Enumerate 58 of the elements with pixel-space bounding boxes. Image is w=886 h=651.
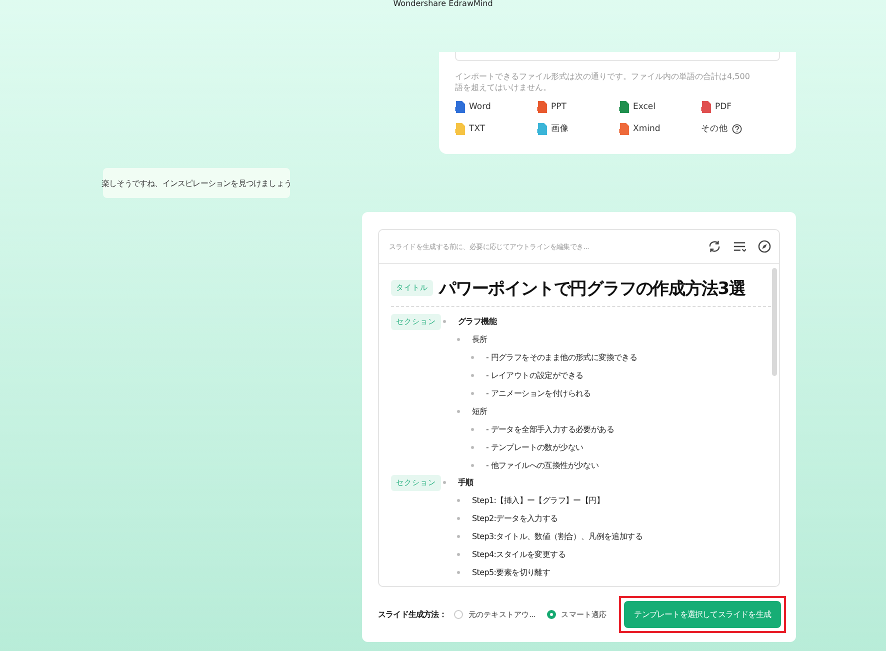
- format-label: PDF: [715, 102, 732, 112]
- bullet-icon: [471, 392, 474, 395]
- scrollbar[interactable]: [772, 268, 777, 376]
- format-label: Excel: [633, 102, 656, 112]
- format-label: TXT: [469, 124, 486, 134]
- format-label: その他: [701, 123, 728, 135]
- format-label: 画像: [551, 123, 569, 135]
- outline-item: - テンプレートの数が少ない: [486, 442, 584, 453]
- bullet-icon: [471, 464, 474, 467]
- format-label: PPT: [551, 102, 566, 112]
- bullet-icon: [457, 535, 460, 538]
- refresh-icon[interactable]: [708, 240, 721, 253]
- outline-item: 短所: [472, 406, 488, 417]
- outline-item: 長所: [472, 334, 488, 346]
- outline-item: - レイアウトの設定ができる: [486, 370, 584, 382]
- slide-title: パワーポイントで円グラフの作成方法3選: [439, 278, 746, 300]
- bullet-icon: [457, 338, 460, 342]
- generate-button[interactable]: テンプレートを選択してスライドを生成: [624, 601, 781, 628]
- outline-item: - アニメーションを付けられる: [486, 388, 591, 399]
- outline-item: Step5:要素を切り離す: [472, 566, 550, 578]
- bullet-icon: [457, 410, 460, 413]
- app-title: Wondershare EdrawMind: [393, 0, 493, 10]
- bullet-icon: [457, 553, 460, 556]
- outline-item: - 他ファイルへの互換性が少ない: [486, 460, 599, 471]
- outline-item: - データを全部手入力する必要がある: [486, 424, 614, 435]
- outline-item: グラフ機能: [458, 316, 497, 328]
- outline-item: Step1:【挿入】ー【グラフ】ー【円】: [472, 495, 604, 506]
- file-icon: [537, 123, 547, 135]
- format-label: Xmind: [633, 124, 660, 134]
- radio-button[interactable]: [454, 610, 464, 619]
- bullet-icon: [443, 481, 446, 484]
- file-icon: [537, 101, 547, 113]
- import-note: インポートできるファイル形式は次の通りです。ファイル内の単語の合計は4,500語を超えてはいけません。: [455, 71, 751, 93]
- bullet-icon: [457, 570, 460, 574]
- bullet-icon: [457, 499, 460, 502]
- outline-item: Step3:タイトル、数値（割合）、凡例を追加する: [472, 531, 643, 542]
- outline-item: 手順: [458, 477, 474, 488]
- outline-item: Step2:データを入力する: [472, 513, 558, 524]
- bullet-icon: [471, 446, 474, 449]
- list-icon[interactable]: [733, 240, 746, 253]
- bullet-icon: [471, 428, 474, 431]
- format-label: Word: [469, 102, 491, 112]
- bullet-icon: [457, 517, 460, 520]
- bullet-icon: [471, 374, 474, 378]
- chat-message: 楽しそうですね、インスピレーションを見つけましょう: [103, 168, 290, 198]
- outline-item: Step4:スタイルを変更する: [472, 549, 566, 560]
- file-icon: [619, 123, 629, 135]
- compass-icon[interactable]: [758, 240, 771, 253]
- help-icon[interactable]: [732, 124, 742, 134]
- file-icon: [619, 101, 629, 113]
- outline-item: - 円グラフをそのまま他の形式に変換できる: [486, 352, 638, 364]
- radio-button[interactable]: [547, 610, 556, 619]
- bullet-icon: [443, 320, 446, 324]
- file-icon: [455, 101, 465, 113]
- file-icon: [455, 123, 465, 135]
- bullet-icon: [471, 356, 474, 360]
- generation-label: スライド生成方法：: [378, 609, 446, 620]
- file-icon: [701, 101, 711, 113]
